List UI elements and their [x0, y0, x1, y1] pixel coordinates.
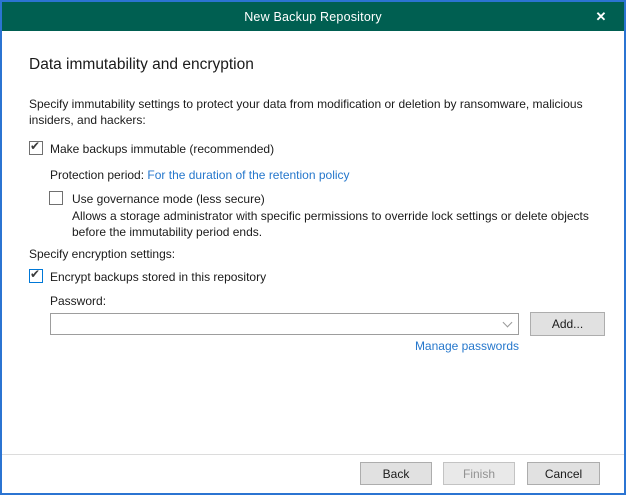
titlebar: New Backup Repository ✕	[2, 2, 624, 31]
back-button[interactable]: Back	[360, 462, 432, 485]
manage-passwords-link[interactable]: Manage passwords	[415, 339, 519, 353]
check-icon: ✔	[30, 267, 40, 281]
governance-mode-description: Allows a storage administrator with spec…	[72, 209, 620, 240]
protection-period-row: Protection period: For the duration of t…	[50, 168, 350, 184]
password-dropdown-button[interactable]	[496, 314, 518, 334]
password-label: Password:	[50, 294, 106, 310]
cancel-button[interactable]: Cancel	[527, 462, 600, 485]
protection-period-link[interactable]: For the duration of the retention policy	[147, 168, 349, 182]
make-backups-immutable-label: Make backups immutable (recommended)	[50, 142, 274, 156]
password-input[interactable]	[51, 314, 496, 334]
use-governance-mode-label: Use governance mode (less secure)	[72, 192, 265, 206]
encrypt-backups-checkbox[interactable]: ✔	[29, 269, 43, 283]
protection-period-label: Protection period:	[50, 168, 144, 182]
footer-separator	[2, 454, 624, 455]
use-governance-mode-checkbox[interactable]: ✔	[49, 191, 63, 205]
immutability-intro-text: Specify immutability settings to protect…	[29, 97, 611, 128]
page-title: Data immutability and encryption	[29, 56, 254, 74]
add-password-button[interactable]: Add...	[530, 312, 605, 336]
encrypt-backups-label: Encrypt backups stored in this repositor…	[50, 270, 266, 284]
chevron-down-icon	[502, 317, 512, 327]
password-combobox	[50, 313, 519, 335]
window-title: New Backup Repository	[244, 10, 382, 24]
new-backup-repository-dialog: New Backup Repository ✕ Data immutabilit…	[0, 0, 626, 495]
finish-button[interactable]: Finish	[443, 462, 515, 485]
make-backups-immutable-checkbox[interactable]: ✔	[29, 141, 43, 155]
check-icon: ✔	[30, 139, 40, 153]
encryption-settings-heading: Specify encryption settings:	[29, 247, 175, 263]
close-icon[interactable]: ✕	[582, 2, 620, 31]
